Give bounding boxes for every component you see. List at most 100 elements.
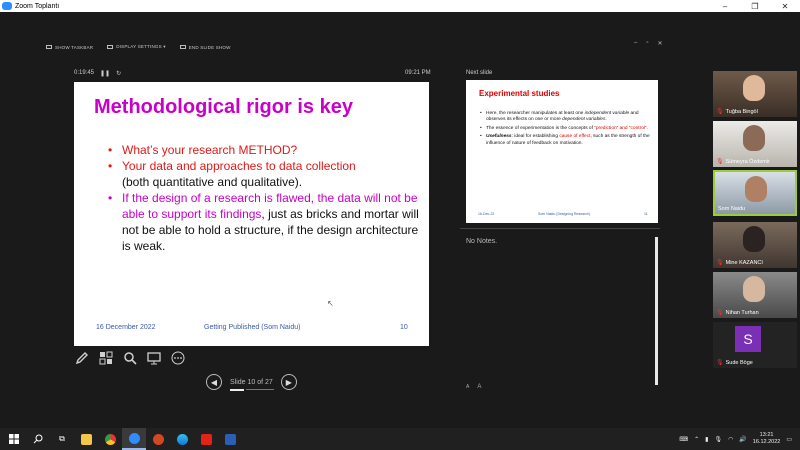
zoom-magnifier-icon[interactable]	[122, 350, 138, 366]
presenter-close-button[interactable]: ✕	[657, 40, 662, 47]
next-slide-button[interactable]: ▶	[280, 374, 297, 390]
participant-name-tag: Som Naidu	[718, 206, 745, 212]
powerpoint-icon	[152, 433, 164, 445]
search-button[interactable]	[26, 428, 50, 450]
participant-name: Nihan Turhan	[725, 309, 759, 316]
current-time: 09:21 PM	[405, 70, 431, 76]
presenter-minimize-button[interactable]: –	[634, 40, 637, 47]
display-settings-button[interactable]: DISPLAY SETTINGS ▾	[107, 44, 166, 50]
bullet-text: What’s your research METHOD?	[122, 143, 298, 157]
show-hidden-icons-icon[interactable]: ⌃	[694, 436, 699, 443]
chrome-icon	[104, 433, 116, 445]
mouse-cursor-icon: ↖	[327, 299, 334, 308]
edge-button[interactable]	[170, 428, 194, 450]
next-slide-bullet: Here, the researcher manipulates at leas…	[480, 111, 652, 124]
next-slide-label: Next slide	[466, 70, 493, 76]
text: Here, the researcher manipulates at leas…	[486, 111, 585, 116]
presenter-restore-button[interactable]: ▫	[646, 40, 648, 47]
text: .	[646, 125, 648, 131]
next-slide-title: Experimental studies	[479, 89, 560, 98]
zoom-icon	[128, 432, 140, 444]
next-slide-footer-page: 11	[644, 212, 648, 216]
participant-video[interactable]: S 🎙 Sude Böge	[713, 322, 797, 368]
screen-black-icon[interactable]	[146, 350, 162, 366]
slide-bullet: What’s your research METHOD?	[108, 142, 423, 158]
participant-video[interactable]: 🎙 Nihan Turhan	[713, 272, 797, 318]
text-red: “prediction” and “control”	[594, 125, 647, 131]
next-slide-bullet: The essence of experimentation is the co…	[480, 125, 652, 133]
clock-date: 16.12.2022	[752, 439, 781, 445]
previous-slide-button[interactable]: ◀	[206, 374, 222, 390]
battery-icon[interactable]: ▮	[705, 436, 708, 443]
participant-video[interactable]: 🎙 Sümeyra Özdemir	[713, 121, 797, 167]
slide-bullet: Your data and approaches to data collect…	[108, 158, 423, 190]
participant-name: Sümeyra Özdemir	[725, 158, 770, 165]
volume-icon[interactable]: 🔊	[739, 436, 746, 443]
participant-name-tag: 🎙 Mine KAZANCI	[716, 259, 763, 267]
bullet-text-black: (both quantitative and qualitative).	[122, 175, 303, 189]
participant-face	[743, 75, 765, 101]
more-options-icon[interactable]	[170, 350, 186, 366]
text-italic: dependent variables	[562, 117, 606, 123]
text: : ideal for establishing	[511, 134, 560, 140]
search-icon	[33, 434, 43, 444]
slide-tools	[74, 350, 186, 366]
zoom-logo-icon	[2, 2, 12, 10]
participant-name: Tuğba Bingöl	[725, 108, 758, 115]
see-all-slides-icon[interactable]	[98, 350, 114, 366]
end-slide-show-button[interactable]: END SLIDE SHOW	[179, 44, 231, 50]
microphone-icon[interactable]: 🎙	[714, 436, 722, 443]
zoom-window: Zoom Toplantı – ❐ ✕ SHOW TASKBAR DISPLAY…	[0, 0, 800, 450]
end-slide-show-label: END SLIDE SHOW	[188, 44, 231, 50]
participant-video[interactable]: 🎙 Mine KAZANCI	[713, 222, 797, 268]
slide-footer-title: Getting Published (Som Naidu)	[204, 324, 301, 331]
taskbar-clock[interactable]: 13:21 16.12.2022	[753, 432, 781, 446]
slide-counter: Slide 10 of 27	[230, 379, 274, 391]
powerpoint-button[interactable]	[146, 428, 170, 450]
current-slide[interactable]: Methodological rigor is key What’s your …	[74, 82, 429, 346]
slide-navigation: ◀ Slide 10 of 27 ▶	[206, 374, 297, 391]
notifications-icon[interactable]: ▭	[786, 436, 792, 443]
participant-name: Mine KAZANCI	[725, 259, 763, 266]
decrease-font-button[interactable]: A	[466, 384, 469, 390]
increase-font-button[interactable]: A	[477, 384, 481, 390]
taskbar-icon	[46, 45, 52, 49]
system-tray: ⌨ ⌃ ▮ 🎙 ◠ 🔊 13:21 16.12.2022 ▭	[679, 428, 792, 450]
text: .	[605, 117, 607, 123]
word-button[interactable]	[218, 428, 242, 450]
start-button[interactable]	[2, 428, 26, 450]
participant-face	[743, 125, 765, 151]
show-taskbar-button[interactable]: SHOW TASKBAR	[46, 44, 93, 50]
chrome-button[interactable]	[98, 428, 122, 450]
keyboard-icon[interactable]: ⌨	[679, 436, 688, 443]
participant-video[interactable]: 🎙 Tuğba Bingöl	[713, 71, 797, 117]
zoom-taskbar-button[interactable]	[122, 428, 146, 450]
minimize-button[interactable]: –	[710, 2, 740, 11]
task-view-icon: ⧉	[59, 434, 65, 443]
slide-bullet: If the design of a research is flawed, t…	[108, 190, 423, 254]
pen-icon[interactable]	[74, 350, 90, 366]
notes-divider[interactable]	[460, 228, 660, 229]
next-slide-preview[interactable]: Experimental studies Here, the researche…	[466, 80, 658, 223]
wifi-icon[interactable]: ◠	[728, 436, 733, 443]
muted-mic-icon: 🎙	[716, 159, 724, 165]
windows-logo-icon	[9, 434, 19, 444]
participant-name-tag: 🎙 Tuğba Bingöl	[716, 108, 758, 116]
participant-video-active-speaker[interactable]: Som Naidu	[713, 170, 797, 216]
notes-scrollbar[interactable]	[655, 237, 658, 385]
edge-icon	[176, 433, 188, 445]
pause-timer-icon[interactable]: ❚❚	[100, 70, 110, 77]
close-button[interactable]: ✕	[770, 2, 800, 11]
speaker-notes[interactable]: No Notes.	[466, 238, 497, 245]
participant-name-tag: 🎙 Nihan Turhan	[716, 309, 759, 317]
acrobat-button[interactable]	[194, 428, 218, 450]
muted-mic-icon: 🎙	[716, 260, 724, 266]
next-slide-bullet: Usefulness: ideal for establishing cause…	[480, 134, 652, 147]
text-bold-italic: Usefulness	[486, 134, 512, 140]
restart-timer-icon[interactable]: ↻	[116, 70, 121, 77]
file-explorer-button[interactable]	[74, 428, 98, 450]
task-view-button[interactable]: ⧉	[50, 428, 74, 450]
display-icon	[107, 45, 114, 49]
maximize-button[interactable]: ❐	[740, 2, 770, 11]
participant-name: Sude Böge	[725, 359, 753, 366]
